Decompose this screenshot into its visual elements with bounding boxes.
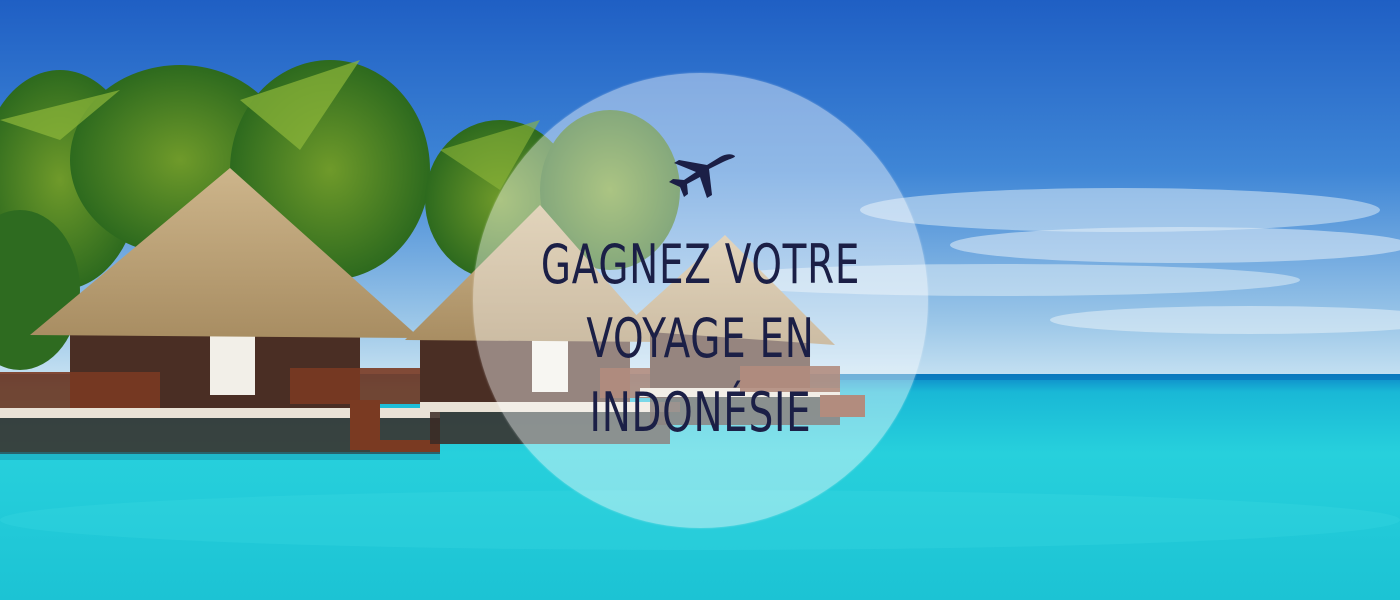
promo-banner[interactable]: GAGNEZ VOTRE VOYAGE EN INDONÉSIE — [0, 0, 1400, 600]
airplane-icon — [669, 154, 735, 198]
headline-line-1: GAGNEZ VOTRE — [540, 233, 861, 296]
promo-headline: GAGNEZ VOTRE VOYAGE EN INDONÉSIE — [537, 228, 865, 450]
headline-line-3: INDONÉSIE — [589, 381, 812, 444]
headline-line-2: VOYAGE EN — [586, 307, 815, 370]
